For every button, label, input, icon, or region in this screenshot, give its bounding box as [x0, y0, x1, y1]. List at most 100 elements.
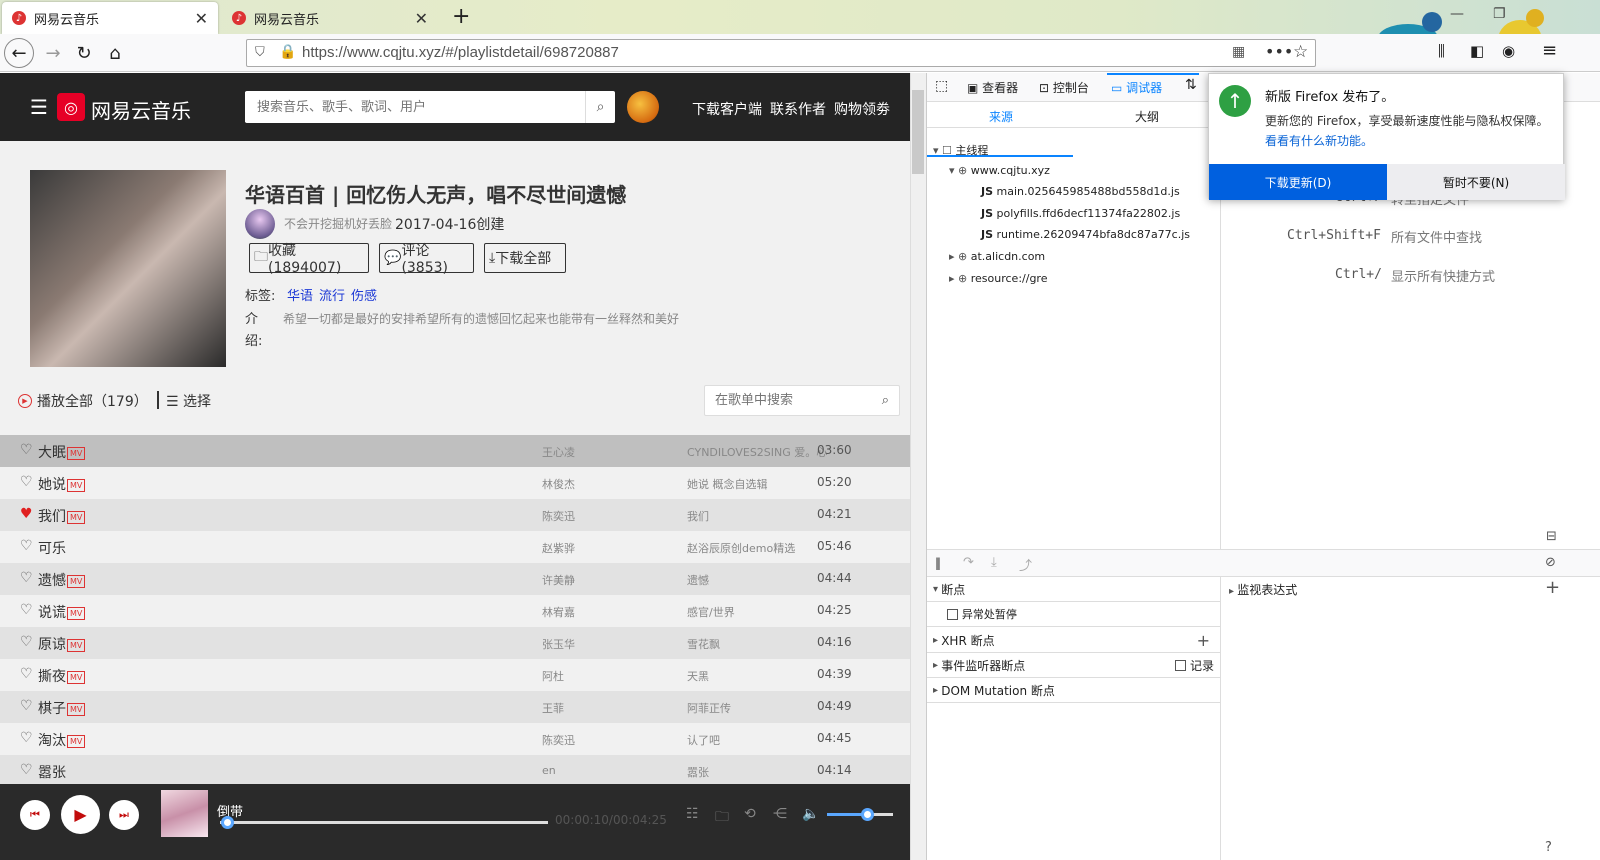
play-all-button[interactable]: ▶ 播放全部 （179）: [18, 391, 148, 411]
heart-icon[interactable]: ♡: [20, 698, 33, 714]
pane-divider[interactable]: [1220, 577, 1221, 860]
song-album[interactable]: 赵浴辰原创demo精选: [687, 540, 795, 556]
tree-main-thread[interactable]: ▾ ☐ 主线程: [933, 142, 988, 158]
scrollbar-thumb[interactable]: [912, 90, 924, 174]
tag-link[interactable]: 华语: [287, 285, 313, 304]
song-name[interactable]: 她说 MV: [38, 474, 86, 494]
song-artist[interactable]: 陈奕迅: [542, 732, 575, 748]
song-artist[interactable]: 阿杜: [542, 668, 564, 684]
song-album[interactable]: 她说 概念自选辑: [687, 476, 768, 492]
sidebar-icon[interactable]: ◧: [1470, 42, 1484, 60]
heart-icon[interactable]: ♡: [20, 634, 33, 650]
url-bar[interactable]: ⛉ 🔒 https://www.cqjtu.xyz/#/playlistdeta…: [246, 39, 1316, 67]
progress-handle[interactable]: [220, 816, 234, 829]
deactivate-breakpoints-icon[interactable]: ⊘: [1545, 555, 1556, 570]
pause-icon[interactable]: ‖: [935, 556, 941, 570]
page-actions-icon[interactable]: •••: [1265, 42, 1293, 61]
playlist-icon[interactable]: ☷: [686, 806, 699, 822]
shield-icon[interactable]: ⛉: [255, 45, 265, 60]
help-icon[interactable]: ?: [1545, 840, 1552, 855]
mv-badge[interactable]: MV: [67, 702, 86, 716]
song-artist[interactable]: 陈奕迅: [542, 508, 575, 524]
comment-button[interactable]: 💬 评论(3853): [379, 243, 474, 276]
song-artist[interactable]: 林宥嘉: [542, 604, 575, 620]
song-artist[interactable]: en: [542, 764, 556, 777]
tab-sources[interactable]: 来源: [989, 108, 1013, 125]
song-row[interactable]: ♡ 大眠 MV 王心凌 CYNDILOVES2SING 爱。心凌 03:60: [0, 435, 910, 467]
previous-track-icon[interactable]: ⏮: [20, 800, 50, 830]
song-row[interactable]: ♡ 嚣张 en 嚣张 04:14: [0, 755, 910, 787]
song-row[interactable]: ♡ 可乐 赵紫骅 赵浴辰原创demo精选 05:46: [0, 531, 910, 563]
netease-logo-icon[interactable]: ◎: [57, 93, 85, 121]
reload-button[interactable]: ↻: [69, 38, 99, 68]
heart-icon[interactable]: ♡: [20, 602, 33, 618]
song-name[interactable]: 撕夜 MV: [38, 666, 86, 686]
folder-icon[interactable]: 🗀: [715, 806, 729, 830]
creator-name[interactable]: 不会开挖掘机好丢脸: [284, 215, 392, 232]
song-name[interactable]: 我们 MV: [38, 506, 86, 526]
bookmark-star-icon[interactable]: ☆: [1293, 42, 1308, 62]
mv-badge[interactable]: MV: [67, 478, 86, 492]
checkbox[interactable]: [947, 608, 958, 620]
heart-icon[interactable]: ♡: [20, 442, 33, 458]
lock-icon[interactable]: 🔒: [279, 44, 296, 60]
element-picker-icon[interactable]: ⬚: [935, 78, 948, 94]
download-update-button[interactable]: 下载更新(D): [1209, 164, 1387, 200]
song-row[interactable]: ♡ 淘汰 MV 陈奕迅 认了吧 04:45: [0, 723, 910, 755]
song-row[interactable]: ♡ 棋子 MV 王菲 阿菲正传 04:49: [0, 691, 910, 723]
select-button[interactable]: ☰ 选择: [166, 391, 211, 411]
close-tab-icon[interactable]: ✕: [415, 9, 428, 28]
heart-icon[interactable]: ♡: [20, 570, 33, 586]
hamburger-menu-icon[interactable]: ☰: [30, 95, 48, 119]
tag-link[interactable]: 伤感: [351, 285, 377, 304]
song-name[interactable]: 嚣张: [38, 762, 66, 782]
tree-host[interactable]: ▸ ⊕ resource://gre: [949, 272, 1047, 285]
record-checkbox[interactable]: [1175, 659, 1187, 671]
tag-link[interactable]: 流行: [319, 285, 345, 304]
dom-mutation-section[interactable]: ▸ DOM Mutation 断点: [927, 678, 1220, 703]
browser-tab[interactable]: ♪ 网易云音乐 ✕: [222, 2, 438, 34]
qr-code-icon[interactable]: ▦: [1232, 44, 1245, 60]
song-name[interactable]: 可乐: [38, 538, 66, 558]
mv-badge[interactable]: MV: [67, 734, 86, 748]
song-name[interactable]: 原谅 MV: [38, 634, 86, 654]
collect-button[interactable]: 🗀 收藏(1894007): [249, 243, 369, 276]
tree-host[interactable]: ▾ ⊕ www.cqjtu.xyz: [949, 164, 1050, 177]
song-row[interactable]: ♡ 遗憾 MV 许美静 遗憾 04:44: [0, 563, 910, 595]
add-icon[interactable]: +: [1197, 631, 1210, 650]
event-listener-section[interactable]: ▸ 事件监听器断点 记录: [927, 653, 1220, 678]
heart-icon[interactable]: ♡: [20, 666, 33, 682]
search-icon[interactable]: ⌕: [882, 393, 889, 408]
song-artist[interactable]: 张玉华: [542, 636, 575, 652]
menu-icon[interactable]: ≡: [1542, 40, 1557, 61]
network-icon[interactable]: ⇅: [1185, 77, 1197, 93]
url-text[interactable]: https://www.cqjtu.xyz/#/playlistdetail/6…: [302, 44, 619, 61]
play-icon[interactable]: ▶: [61, 795, 100, 834]
whats-new-link[interactable]: 看看有什么新功能。: [1265, 132, 1373, 149]
next-track-icon[interactable]: ⏭: [109, 800, 139, 830]
creator-avatar[interactable]: [245, 209, 275, 239]
heart-icon[interactable]: ♡: [20, 762, 33, 778]
tree-file[interactable]: JS main.025645985488bd558d1d.js: [981, 185, 1180, 198]
xhr-breakpoints-section[interactable]: ▸ XHR 断点 +: [927, 628, 1220, 653]
tab-outline[interactable]: 大纲: [1135, 108, 1159, 125]
song-artist[interactable]: 许美静: [542, 572, 575, 588]
contact-author-link[interactable]: 联系作者: [770, 99, 826, 119]
loop-icon[interactable]: ⟲: [744, 806, 756, 822]
song-artist[interactable]: 赵紫骅: [542, 540, 575, 556]
song-row[interactable]: ♡ 她说 MV 林俊杰 她说 概念自选辑 05:20: [0, 467, 910, 499]
mv-badge[interactable]: MV: [67, 638, 86, 652]
forward-button[interactable]: →: [38, 38, 68, 68]
song-album[interactable]: 天黑: [687, 668, 709, 684]
new-tab-button[interactable]: +: [452, 4, 470, 29]
tab-debugger[interactable]: ▭ 调试器: [1111, 79, 1162, 96]
tab-inspector[interactable]: ▣ 查看器: [967, 79, 1018, 96]
tree-file[interactable]: JS polyfills.ffd6decf11374fa22802.js: [981, 207, 1180, 220]
song-artist[interactable]: 王菲: [542, 700, 564, 716]
user-avatar[interactable]: [627, 91, 659, 123]
watch-expressions-section[interactable]: ▸ 监视表达式: [1229, 581, 1297, 598]
song-album[interactable]: 遗憾: [687, 572, 709, 588]
home-button[interactable]: ⌂: [100, 38, 130, 68]
song-row[interactable]: ♥ 我们 MV 陈奕迅 我们 04:21: [0, 499, 910, 531]
song-artist[interactable]: 王心凌: [542, 444, 575, 460]
